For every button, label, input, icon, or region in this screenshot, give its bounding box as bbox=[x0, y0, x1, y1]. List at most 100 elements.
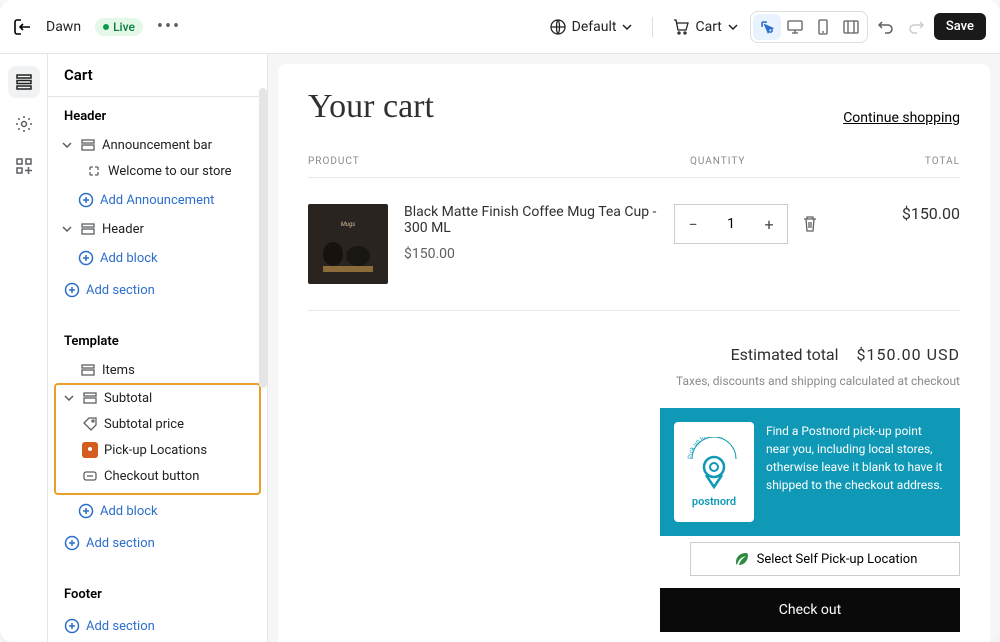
tree-label: Welcome to our store bbox=[108, 164, 257, 179]
save-button[interactable]: Save bbox=[934, 13, 986, 40]
block-icon bbox=[86, 163, 102, 179]
product-price: $150.00 bbox=[404, 246, 658, 262]
remove-item[interactable] bbox=[802, 215, 818, 233]
left-rail bbox=[0, 54, 48, 642]
link-label: Add block bbox=[100, 504, 158, 519]
tree-label: Announcement bar bbox=[102, 138, 257, 153]
checkout-button[interactable]: Check out bbox=[660, 588, 960, 632]
top-bar: Dawn Live ••• Default Cart bbox=[0, 0, 1000, 54]
tree-announcement-bar[interactable]: Announcement bar bbox=[48, 132, 267, 158]
tree-label: Header bbox=[102, 222, 257, 237]
tree-subtotal[interactable]: Subtotal bbox=[56, 385, 259, 411]
live-badge: Live bbox=[95, 18, 143, 36]
qty-value[interactable]: 1 bbox=[711, 216, 751, 232]
quantity-stepper: − 1 + bbox=[674, 204, 788, 244]
trash-icon bbox=[802, 215, 818, 233]
desktop-icon bbox=[787, 20, 803, 34]
link-label: Add section bbox=[86, 283, 155, 298]
page-selector[interactable]: Cart bbox=[673, 19, 737, 35]
announcement-icon bbox=[80, 137, 96, 153]
rail-apps[interactable] bbox=[8, 150, 40, 182]
chevron-down-icon bbox=[64, 395, 76, 401]
undo-button[interactable] bbox=[874, 15, 898, 39]
rail-sections[interactable] bbox=[8, 66, 40, 98]
sidebar-title: Cart bbox=[48, 54, 267, 97]
page-title: Your cart bbox=[308, 88, 434, 126]
postnord-text: Find a Postnord pick-up point near you, … bbox=[766, 422, 946, 522]
fullscreen-icon bbox=[843, 20, 859, 34]
qty-decrease[interactable]: − bbox=[675, 205, 711, 243]
section-header: Header bbox=[48, 97, 267, 132]
mobile-icon bbox=[818, 19, 828, 35]
plus-circle-icon bbox=[64, 618, 80, 634]
desktop-view[interactable] bbox=[781, 14, 809, 40]
col-product: PRODUCT bbox=[308, 156, 690, 167]
add-block-link[interactable]: Add block bbox=[48, 242, 267, 274]
scrollbar[interactable] bbox=[259, 88, 267, 388]
estimated-label: Estimated total bbox=[731, 345, 839, 364]
product-name[interactable]: Black Matte Finish Coffee Mug Tea Cup - … bbox=[404, 204, 658, 236]
device-group bbox=[750, 11, 868, 43]
cart-line-item: Mugs Black Matte Finish Coffee Mug Tea C… bbox=[308, 178, 960, 310]
tree-pickup-locations[interactable]: Pick-up Locations bbox=[56, 437, 259, 463]
col-total: TOTAL bbox=[860, 156, 960, 167]
tree-label: Checkout button bbox=[104, 469, 249, 484]
continue-shopping-link[interactable]: Continue shopping bbox=[843, 110, 960, 126]
rail-settings[interactable] bbox=[8, 108, 40, 140]
postnord-widget: Pick up location postnord Find a Postnor… bbox=[660, 408, 960, 536]
inspector-icon bbox=[759, 19, 775, 35]
add-announcement-link[interactable]: Add Announcement bbox=[48, 184, 267, 216]
chevron-down-icon bbox=[622, 24, 632, 30]
svg-text:Pick up location: Pick up location bbox=[687, 437, 724, 459]
divider bbox=[652, 17, 653, 37]
select-pickup-button[interactable]: Select Self Pick-up Location bbox=[690, 542, 960, 576]
tree-items[interactable]: Items bbox=[48, 357, 267, 383]
add-section-link[interactable]: Add section bbox=[48, 274, 267, 306]
undo-icon bbox=[878, 19, 894, 35]
link-label: Add Announcement bbox=[100, 193, 214, 208]
sidebar: Cart Header Announcement bar Welcome to … bbox=[48, 54, 268, 642]
redo-icon bbox=[908, 19, 924, 35]
add-block-link-2[interactable]: Add block bbox=[48, 495, 267, 527]
tree-header[interactable]: Header bbox=[48, 216, 267, 242]
plus-circle-icon bbox=[78, 192, 94, 208]
postnord-brand: postnord bbox=[692, 495, 736, 508]
tree-subtotal-price[interactable]: Subtotal price bbox=[56, 411, 259, 437]
plus-circle-icon bbox=[64, 282, 80, 298]
price-icon bbox=[82, 416, 98, 432]
add-section-link-2[interactable]: Add section bbox=[48, 527, 267, 559]
tree-label: Subtotal bbox=[104, 391, 249, 406]
postnord-badge: Pick up location postnord bbox=[674, 422, 754, 522]
add-section-link-3[interactable]: Add section bbox=[48, 610, 267, 642]
header-icon bbox=[80, 221, 96, 237]
preview-frame: Your cart Continue shopping PRODUCT QUAN… bbox=[278, 64, 990, 642]
section-template: Template bbox=[48, 322, 267, 357]
sections-icon bbox=[15, 73, 33, 91]
product-info: Black Matte Finish Coffee Mug Tea Cup - … bbox=[404, 204, 658, 262]
chevron-down-icon bbox=[62, 142, 74, 148]
tree-checkout-button[interactable]: Checkout button bbox=[56, 463, 259, 489]
locale-selector[interactable]: Default bbox=[550, 19, 633, 35]
cart-icon bbox=[673, 19, 689, 35]
pickup-app-icon bbox=[82, 442, 98, 458]
inspector-toggle[interactable] bbox=[753, 14, 781, 40]
more-menu-icon[interactable]: ••• bbox=[157, 16, 181, 37]
button-icon bbox=[82, 468, 98, 484]
globe-icon bbox=[550, 19, 566, 35]
tax-note: Taxes, discounts and shipping calculated… bbox=[308, 374, 960, 388]
plus-circle-icon bbox=[64, 535, 80, 551]
tree-label: Pick-up Locations bbox=[104, 443, 249, 458]
exit-icon[interactable] bbox=[14, 19, 32, 35]
product-image[interactable]: Mugs bbox=[308, 204, 388, 284]
qty-increase[interactable]: + bbox=[751, 205, 787, 243]
tree-welcome-block[interactable]: Welcome to our store bbox=[48, 158, 267, 184]
plus-circle-icon bbox=[78, 503, 94, 519]
fullscreen-view[interactable] bbox=[837, 14, 865, 40]
tree-label: Items bbox=[102, 363, 257, 378]
plus-circle-icon bbox=[78, 250, 94, 266]
live-label: Live bbox=[113, 20, 135, 34]
mobile-view[interactable] bbox=[809, 14, 837, 40]
apps-icon bbox=[15, 157, 33, 175]
live-dot-icon bbox=[103, 24, 109, 30]
gear-icon bbox=[15, 115, 33, 133]
